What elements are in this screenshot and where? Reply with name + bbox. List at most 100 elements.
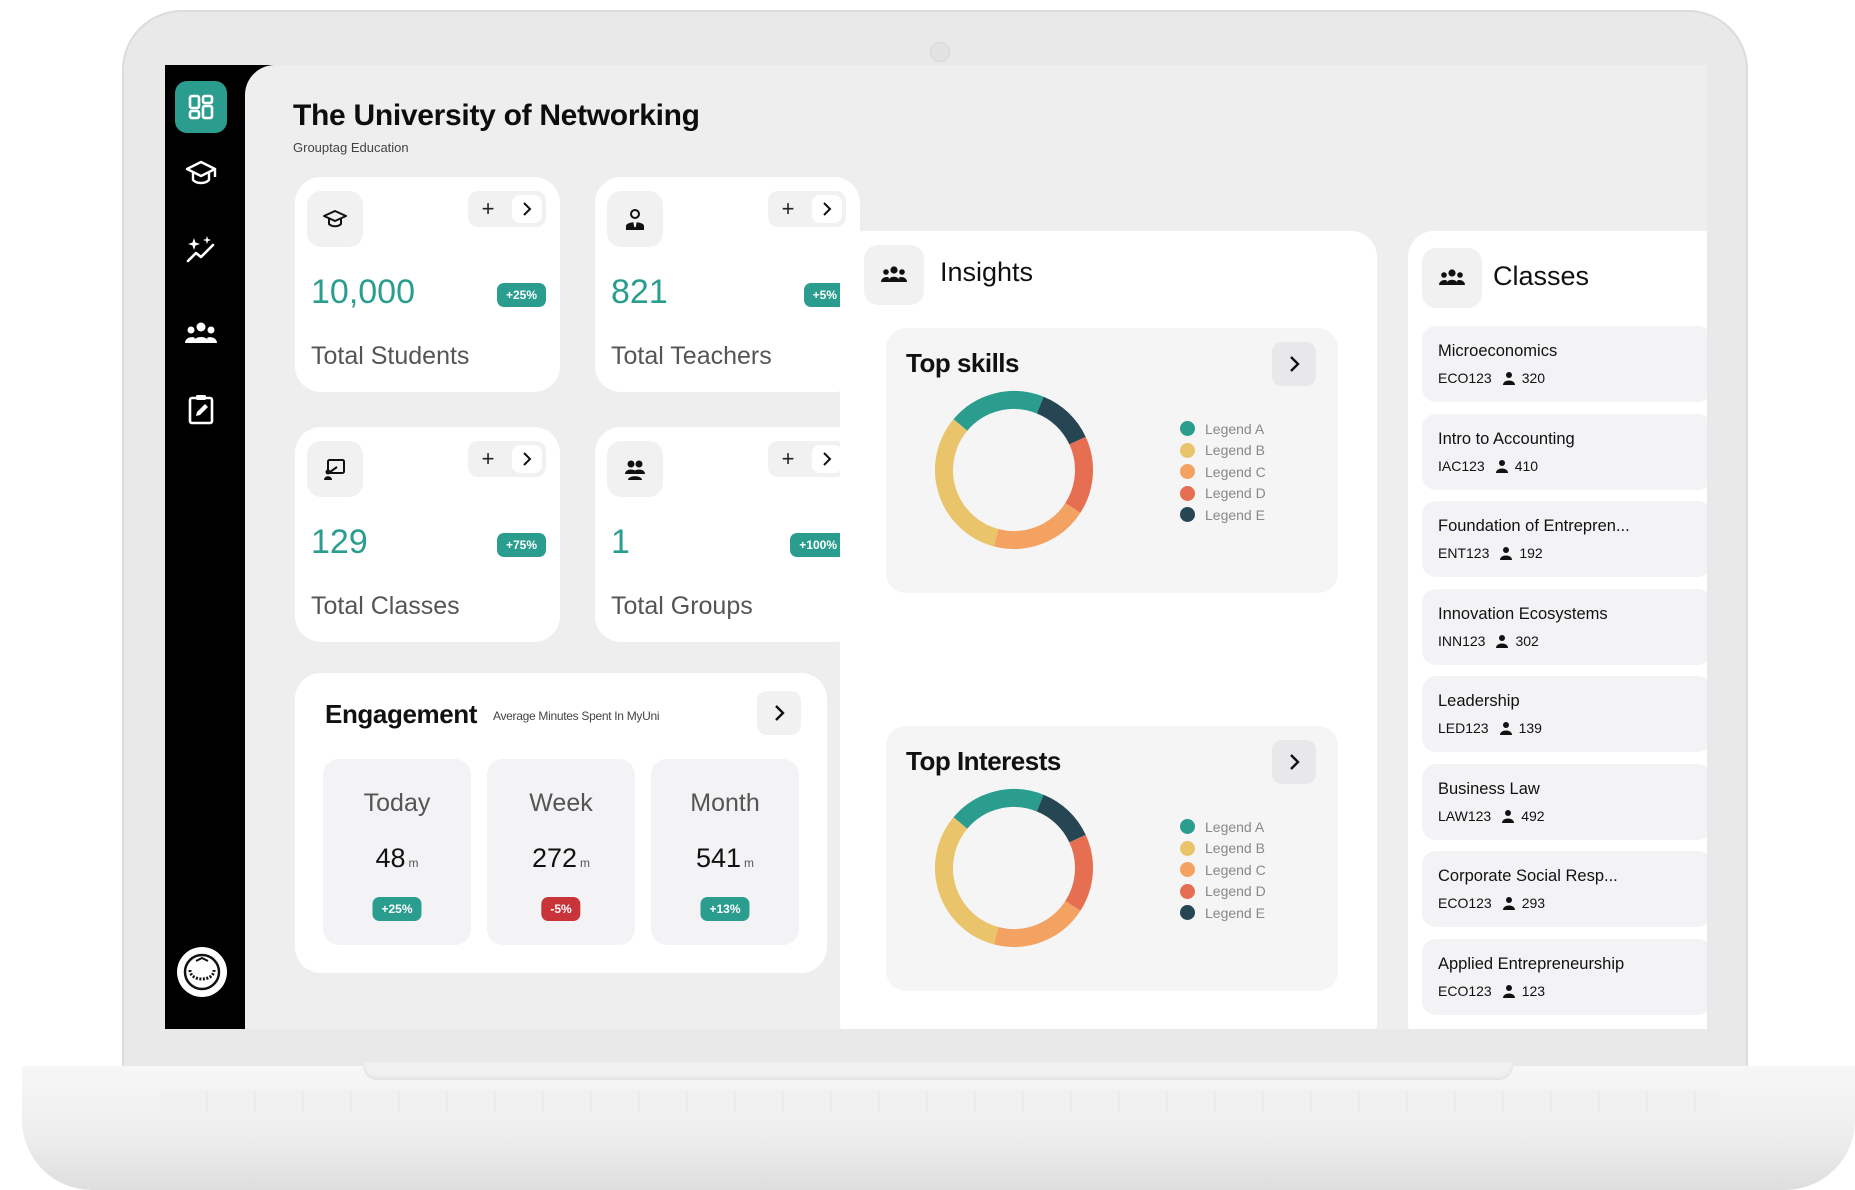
open-button[interactable] [812,195,842,223]
chevron-right-icon [775,705,785,721]
classes-panel: Classes Microeconomics ECO123 320 Intro to … [1408,231,1707,1029]
chevron-right-icon [823,202,832,216]
sidebar-item-insights[interactable] [175,225,227,277]
engagement-open-button[interactable] [757,691,801,735]
class-list-item[interactable]: Intro to Accounting IAC123 410 [1422,413,1707,490]
top-skills-open-button[interactable] [1272,342,1316,386]
add-button[interactable]: + [472,446,504,472]
legend-item: Legend D [1180,881,1266,903]
sidebar-item-groups[interactable] [175,307,227,359]
class-list-item[interactable]: Innovation Ecosystems INN123 302 [1422,588,1707,665]
top-interests-card: Top Interests Legend A Legend B Legend C… [886,726,1338,991]
legend-label: Legend B [1205,442,1265,459]
minutes-unit: m [408,856,419,870]
class-name: Business Law [1438,779,1540,798]
classes-icon-box [1422,248,1482,308]
period-change-badge: +13% [700,897,750,921]
insights-title: Insights [940,257,1034,287]
donut-slice-legend-a [953,391,1044,432]
page-subtitle: Grouptag Education [293,140,409,155]
stat-value: 129 [311,523,368,561]
period-value: 272 m [487,843,635,874]
class-meta: LAW123 492 [1438,808,1545,824]
open-button[interactable] [512,195,542,223]
laptop-hinge [363,1062,1513,1080]
student-count: 410 [1514,457,1539,474]
legend-label: Legend E [1205,904,1265,921]
class-code: LED123 [1438,720,1489,736]
legend-item: Legend D [1180,483,1266,505]
class-list-item[interactable]: Business Law LAW123 492 [1422,763,1707,840]
people-group-icon [1439,269,1465,285]
minutes-value: 48 [375,843,406,873]
add-button[interactable]: + [772,446,804,472]
open-button[interactable] [512,445,542,473]
stat-actions: + [768,191,846,227]
open-button[interactable] [812,445,842,473]
engagement-tile-today: Today 48 m +25% [323,759,471,945]
legend-item: Legend C [1180,461,1266,483]
class-name: Microeconomics [1438,342,1558,360]
class-meta: ECO123 123 [1438,983,1545,999]
donut-slice-legend-e [1036,396,1086,445]
class-name: Leadership [1438,692,1520,710]
legend-swatch [1180,905,1195,921]
stat-icon-box [307,191,363,247]
legend-swatch [1180,840,1195,856]
university-logo[interactable] [177,947,227,997]
engagement-title: Engagement [325,699,478,729]
insights-panel: Insights Top skills Legend A Legend B Le… [840,231,1377,1029]
stat-icon-box [607,191,663,247]
period-value: 48 m [323,843,471,874]
stat-actions: + [468,441,546,477]
stat-card-teachers: + 821 +5% Total Teachers [595,177,860,392]
chevron-right-icon [523,452,532,466]
chevron-right-icon [523,202,532,216]
legend-label: Legend D [1205,485,1266,502]
classes-title: Classes [1493,261,1590,291]
class-list-item[interactable]: Corporate Social Resp... ECO123 293 [1422,851,1707,927]
period-value: 541 m [651,843,799,874]
legend-swatch [1180,883,1195,899]
class-list-item[interactable]: Applied Entrepreneurship ECO123 123 [1422,938,1707,1015]
class-list-item[interactable]: Foundation of Entrepren... ENT123 192 [1422,501,1707,577]
sidebar-item-courses[interactable] [175,147,227,199]
legend-label: Legend A [1205,818,1265,835]
class-name: Innovation Ecosystems [1438,604,1608,623]
engagement-subtitle: Average Minutes Spent In MyUni [493,709,660,723]
legend-item: Legend C [1180,859,1266,881]
graduation-cap-icon [185,160,217,185]
class-meta: ECO123 320 [1438,370,1545,386]
class-list-item[interactable]: Microeconomics ECO123 320 [1422,326,1707,402]
class-name: Intro to Accounting [1438,429,1575,448]
people-group-icon [881,266,907,282]
graduation-cap-icon [323,210,347,228]
person-icon [1496,634,1509,648]
period-change-badge: +25% [372,897,422,921]
period-label: Today [363,789,431,817]
sidebar-item-tasks[interactable] [175,383,227,435]
legend-swatch [1180,819,1195,835]
minutes-value: 541 [695,843,742,873]
student-count: 492 [1521,807,1545,824]
chevron-right-icon [823,452,832,466]
donut-slice-legend-b [935,419,999,547]
period-change-badge: -5% [541,897,581,921]
stat-label: Total Students [311,342,470,370]
screen: The University of Networking Grouptag Ed… [165,65,1707,1029]
class-list-item[interactable]: Leadership LED123 139 [1422,676,1707,752]
stat-label: Total Groups [611,592,753,620]
class-code: ENT123 [1438,545,1490,561]
student-count: 139 [1518,720,1542,736]
legend-item: Legend E [1180,504,1266,526]
add-button[interactable]: + [472,196,504,222]
sidebar-item-dashboard[interactable] [175,81,227,133]
top-interests-open-button[interactable] [1272,740,1316,784]
person-icon [1502,809,1515,823]
chart-legend: Legend A Legend B Legend C Legend D Lege… [1180,816,1266,924]
class-meta: IAC123 410 [1438,458,1538,474]
chart-title: Top Interests [906,746,1061,776]
add-button[interactable]: + [772,196,804,222]
stat-label: Total Classes [311,592,460,620]
teacher-icon [626,209,644,230]
